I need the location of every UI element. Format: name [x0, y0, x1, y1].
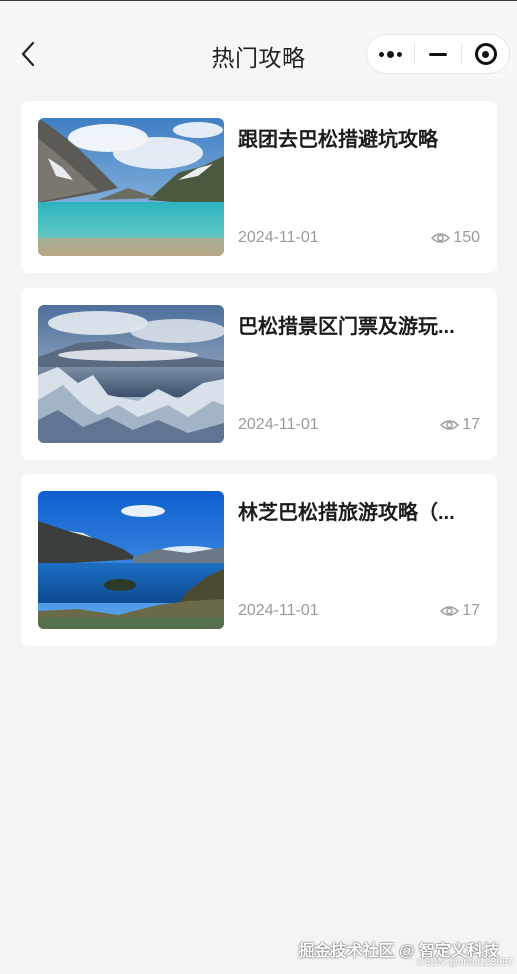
navigation-bar: 热门攻略 [0, 0, 517, 79]
views-count: 150 [453, 229, 480, 246]
minimize-button[interactable] [415, 35, 462, 73]
article-views: 150 [431, 229, 480, 247]
article-thumbnail [38, 305, 224, 443]
views-count: 17 [462, 602, 480, 619]
close-button[interactable] [462, 35, 509, 73]
article-title: 林芝巴松措旅游攻略（... [238, 502, 455, 524]
article-card[interactable]: 林芝巴松措旅游攻略（... 2024-11-01 17 [21, 474, 497, 646]
article-views: 17 [440, 602, 480, 620]
eye-icon [440, 606, 460, 616]
views-count: 17 [462, 416, 480, 433]
more-button[interactable] [367, 35, 414, 73]
mini-program-capsule [366, 34, 510, 74]
article-views: 17 [440, 416, 480, 434]
article-title: 巴松措景区门票及游玩... [238, 316, 455, 338]
page: 热门攻略 跟团去巴松措避坑攻略 2024-11-01 150 巴松措景区门票及游… [0, 0, 517, 974]
article-title: 跟团去巴松措避坑攻略 [238, 129, 438, 151]
minus-icon [429, 52, 447, 56]
eye-icon [431, 233, 451, 243]
watermark-small-text: CSDN @antai123987 [416, 957, 513, 968]
eye-icon [440, 420, 460, 430]
more-dots-icon [378, 50, 402, 58]
article-card[interactable]: 跟团去巴松措避坑攻略 2024-11-01 150 [21, 101, 497, 273]
article-thumbnail [38, 118, 224, 256]
article-date: 2024-11-01 [238, 229, 319, 246]
target-circle-icon [474, 43, 497, 65]
article-thumbnail [38, 491, 224, 629]
article-date: 2024-11-01 [238, 602, 319, 619]
article-date: 2024-11-01 [238, 416, 319, 433]
article-card[interactable]: 巴松措景区门票及游玩... 2024-11-01 17 [21, 288, 497, 460]
